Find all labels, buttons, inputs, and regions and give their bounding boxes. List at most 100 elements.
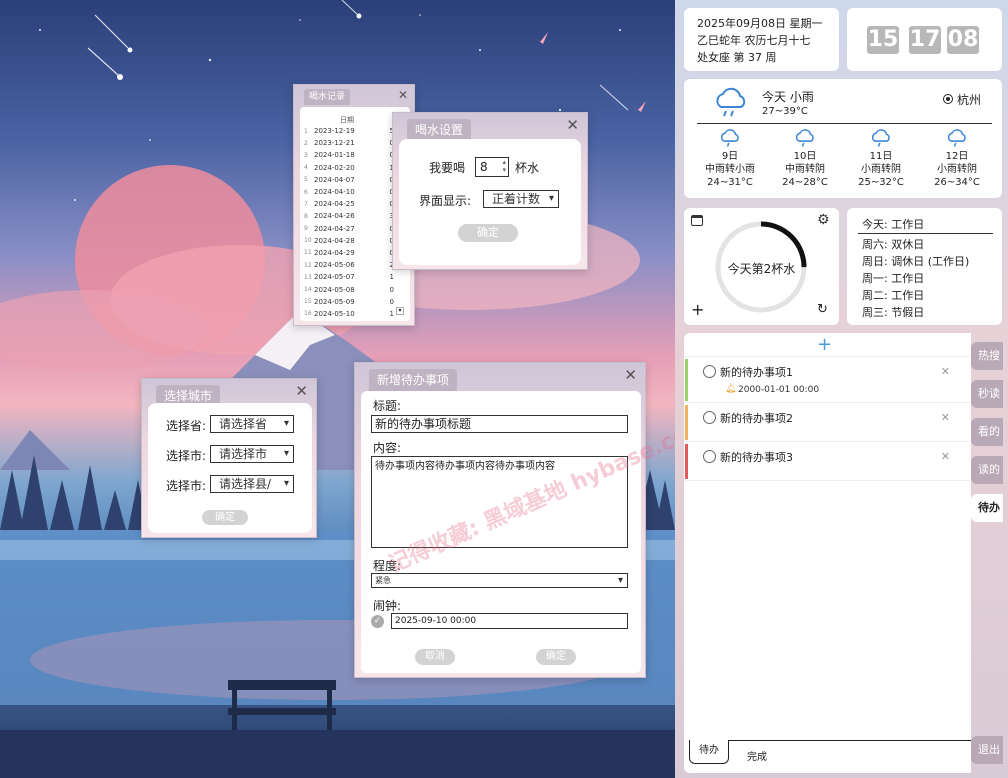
row-index: 14 <box>304 286 312 294</box>
new-todo-cancel-button[interactable]: 取消 <box>415 649 455 665</box>
rain-cloud-icon <box>795 129 814 147</box>
close-icon[interactable]: ✕ <box>295 383 308 399</box>
todo-item[interactable]: 新的待办事项3 ✕ <box>685 442 970 481</box>
workday-item: 周一: 工作日 <box>862 272 925 285</box>
side-tab-quickread[interactable]: 秒读 <box>971 380 1003 408</box>
county-label: 选择市: <box>166 479 207 493</box>
tab-todo[interactable]: 待办 <box>689 740 729 764</box>
workday-card: 今天: 工作日 周六: 双休日 周日: 调休日 (工作日) 周一: 工作日 周二: 工… <box>847 208 1002 325</box>
forecast-temp: 26~34°C <box>934 177 980 188</box>
row-date: 2023-12-19 <box>314 127 355 136</box>
side-tab-read[interactable]: 读的 <box>971 456 1003 484</box>
refresh-icon[interactable]: ↻ <box>817 303 828 316</box>
todo-title-label: 标题: <box>373 399 402 413</box>
province-select[interactable]: 请选择省 <box>210 415 294 433</box>
tab-done[interactable]: 完成 <box>747 748 767 763</box>
row-date: 2024-01-18 <box>314 151 355 160</box>
gear-icon[interactable]: ⚙ <box>817 212 830 228</box>
stepper-arrows-icon[interactable]: ▴ ▾ <box>502 158 506 174</box>
city-label: 选择市: <box>166 449 207 463</box>
todo-checkbox[interactable] <box>703 450 716 463</box>
rain-cloud-icon <box>720 129 739 147</box>
table-row[interactable]: 13 2024-05-07 1 <box>304 271 408 283</box>
row-date: 2023-12-21 <box>314 139 355 148</box>
date-card: 2025年09月08日 星期一 乙巳蛇年 农历七月十七 处女座 第 37 周 <box>684 8 839 71</box>
close-icon[interactable]: ✕ <box>398 87 408 103</box>
water-settings-ok-button[interactable]: 确定 <box>458 224 518 242</box>
new-todo-ok-button[interactable]: 确定 <box>536 649 576 665</box>
side-tab-todo[interactable]: 待办 <box>971 494 1003 522</box>
delete-icon[interactable]: ✕ <box>941 450 950 463</box>
row-date: 2024-05-08 <box>314 285 355 294</box>
select-city-ok-button[interactable]: 确定 <box>202 510 248 525</box>
forecast-date: 12日 <box>945 151 969 162</box>
calendar-icon[interactable] <box>691 215 703 226</box>
rain-cloud-icon <box>716 87 746 117</box>
table-row[interactable]: 16 2024-05-10 1 <box>304 308 408 320</box>
clock-seconds: 08 <box>947 26 979 54</box>
row-index: 10 <box>304 237 312 245</box>
row-count: 1 <box>389 309 394 318</box>
delete-icon[interactable]: ✕ <box>941 365 950 378</box>
todo-priority-bar <box>685 405 688 440</box>
select-city-body: 选择省: 请选择省 选择市: 请选择市 选择市: 请选择县/ 确定 <box>148 403 312 533</box>
row-index: 4 <box>304 164 308 172</box>
row-index: 8 <box>304 212 308 220</box>
row-date: 2024-05-06 <box>314 261 355 270</box>
bottom-tabs: 待办 完成 <box>684 740 971 770</box>
display-mode-select[interactable]: 正着计数 <box>483 190 559 208</box>
alarm-check-icon[interactable]: ✓ <box>371 615 384 628</box>
add-todo-icon[interactable]: + <box>817 335 832 355</box>
weather-today: 今天 小雨 <box>762 90 814 104</box>
side-tab-hot[interactable]: 热搜 <box>971 342 1003 370</box>
add-icon[interactable]: + <box>691 302 704 318</box>
todo-alarm-time: 2000-01-01 00:00 <box>738 385 820 395</box>
new-todo-title: 新增待办事项 <box>369 369 458 391</box>
todo-checkbox[interactable] <box>703 411 716 424</box>
county-select[interactable]: 请选择县/ <box>210 475 294 493</box>
close-icon[interactable]: ✕ <box>566 117 579 133</box>
side-tab-exit[interactable]: 退出 <box>971 736 1003 764</box>
todo-alarm-input[interactable]: 2025-09-10 00:00 <box>391 613 628 629</box>
row-date: 2024-04-26 <box>314 212 355 221</box>
rain-cloud-icon <box>871 129 890 147</box>
forecast-temp: 24~28°C <box>782 177 828 188</box>
row-date: 2024-04-29 <box>314 248 355 257</box>
todo-checkbox[interactable] <box>703 365 716 378</box>
table-row[interactable]: 15 2024-05-09 0 <box>304 296 408 308</box>
row-index: 1 <box>304 127 308 135</box>
side-tab-watched[interactable]: 看的 <box>971 418 1003 446</box>
workday-divider <box>858 233 993 234</box>
province-label: 选择省: <box>166 419 207 433</box>
date-line: 2025年09月08日 星期一 <box>697 17 823 30</box>
cups-unit-label: 杯水 <box>515 161 540 175</box>
workday-list: 周六: 双休日 周日: 调休日 (工作日) 周一: 工作日 周二: 工作日 周三: 节假… <box>862 236 969 321</box>
location-radio-icon[interactable] <box>943 94 953 104</box>
cups-stepper[interactable]: 8 ▴ ▾ <box>475 157 509 177</box>
scroll-arrow-icon[interactable]: ▾ <box>396 307 404 315</box>
want-drink-label: 我要喝 <box>429 161 466 175</box>
row-date: 2024-04-07 <box>314 175 355 184</box>
water-settings-body: 我要喝 8 ▴▾ 杯水 界面显示: 正着计数 确定 <box>399 139 581 265</box>
todo-title-input[interactable]: 新的待办事项标题 <box>371 415 628 433</box>
forecast-desc: 中雨转阴 <box>785 164 825 175</box>
forecast-desc: 小雨转阴 <box>861 164 901 175</box>
row-date: 2024-04-28 <box>314 236 355 245</box>
water-count-text: 今天第2杯水 <box>727 262 796 276</box>
row-index: 9 <box>304 225 308 233</box>
close-icon[interactable]: ✕ <box>624 367 637 383</box>
cups-value: 8 <box>480 160 488 174</box>
row-index: 15 <box>304 298 312 306</box>
row-date: 2024-05-10 <box>314 309 355 318</box>
todo-item[interactable]: 新的待办事项2 ✕ <box>685 403 970 442</box>
todo-priority-bar <box>685 359 688 401</box>
todo-alarm-label: 闹钟: <box>373 599 402 613</box>
delete-icon[interactable]: ✕ <box>941 411 950 424</box>
water-record-title: 喝水记录 <box>304 89 351 105</box>
todo-item[interactable]: 新的待办事项1 ✕ 🔔︎ 2000-01-01 00:00 <box>685 357 970 403</box>
todo-level-select[interactable]: 紧急 <box>371 573 628 588</box>
table-row[interactable]: 14 2024-05-08 0 <box>304 283 408 295</box>
display-mode-label: 界面显示: <box>419 194 472 208</box>
weather-city[interactable]: 杭州 <box>957 91 981 108</box>
city-select[interactable]: 请选择市 <box>210 445 294 463</box>
